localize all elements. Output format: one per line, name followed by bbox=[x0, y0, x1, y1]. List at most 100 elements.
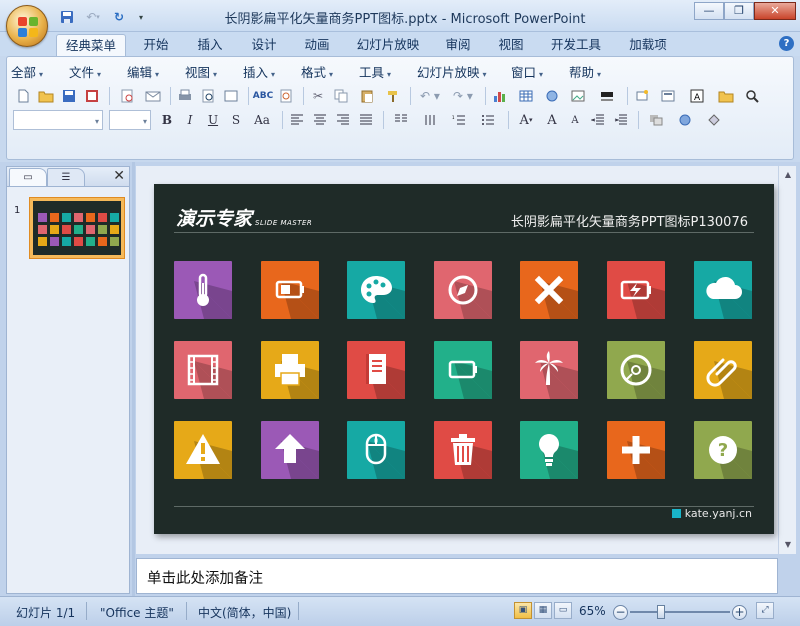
permission-icon[interactable] bbox=[82, 86, 102, 106]
mouse-icon[interactable] bbox=[347, 421, 405, 479]
warning-icon[interactable] bbox=[174, 421, 232, 479]
save-icon[interactable] bbox=[59, 86, 79, 106]
menu-slideshow[interactable]: 幻灯片放映 ▾ bbox=[417, 62, 511, 80]
picture-icon[interactable] bbox=[565, 86, 591, 106]
menu-window[interactable]: 窗口 ▾ bbox=[511, 62, 569, 80]
slide-layout-icon[interactable] bbox=[655, 86, 681, 106]
tab-outline[interactable]: ☰ bbox=[47, 168, 85, 186]
tab-review[interactable]: 审阅 bbox=[438, 34, 478, 56]
help-icon[interactable]: ? bbox=[779, 36, 794, 51]
tab-addins[interactable]: 加载项 bbox=[622, 34, 674, 56]
tab-developer[interactable]: 开发工具 bbox=[544, 34, 608, 56]
undo-icon[interactable]: ↶ ▾ bbox=[415, 86, 445, 106]
align-left-icon[interactable] bbox=[287, 110, 307, 130]
vertical-scrollbar[interactable]: ▲ ▼ bbox=[778, 166, 796, 554]
close-button[interactable]: ✕ bbox=[754, 2, 796, 20]
tab-animation[interactable]: 动画 bbox=[297, 34, 337, 56]
numbering-icon[interactable]: 1 bbox=[446, 110, 472, 130]
clipart-icon[interactable] bbox=[542, 86, 562, 106]
slide-sorter-button[interactable]: ▦ bbox=[534, 602, 552, 619]
tab-home[interactable]: 开始 bbox=[136, 34, 176, 56]
shapes-icon[interactable] bbox=[713, 86, 739, 106]
battery-empty-icon[interactable] bbox=[434, 341, 492, 399]
trash-icon[interactable] bbox=[434, 421, 492, 479]
slide-canvas[interactable]: 演示专家 SLIDE MASTER 长阴影扁平化矢量商务PPT图标P130076 … bbox=[154, 184, 774, 534]
scroll-down-icon[interactable]: ▼ bbox=[781, 538, 795, 552]
language-indicator[interactable]: 中文(简体，中国) bbox=[198, 604, 291, 621]
zoom-slider[interactable] bbox=[630, 611, 730, 613]
tab-slideshow[interactable]: 幻灯片放映 bbox=[350, 34, 426, 56]
office-button[interactable] bbox=[6, 5, 48, 47]
decrease-indent-icon[interactable] bbox=[588, 110, 608, 130]
new-slide-icon[interactable] bbox=[632, 86, 652, 106]
open-folder-icon[interactable] bbox=[36, 86, 56, 106]
quick-styles-icon[interactable] bbox=[672, 110, 698, 130]
scroll-up-icon[interactable]: ▲ bbox=[781, 168, 795, 182]
pane-splitter[interactable] bbox=[132, 162, 135, 596]
zoom-slider-thumb[interactable] bbox=[657, 605, 665, 619]
compass-icon[interactable] bbox=[434, 261, 492, 319]
upload-arrow-icon[interactable] bbox=[261, 421, 319, 479]
research-icon[interactable] bbox=[276, 86, 296, 106]
help-question-icon[interactable]: ? bbox=[694, 421, 752, 479]
justify-icon[interactable] bbox=[356, 110, 376, 130]
paperclip-icon[interactable] bbox=[694, 341, 752, 399]
printer-icon[interactable] bbox=[261, 341, 319, 399]
menu-file[interactable]: 文件 ▾ bbox=[69, 62, 127, 80]
preview-icon[interactable] bbox=[198, 86, 218, 106]
notes-pane[interactable]: 单击此处添加备注 bbox=[136, 558, 778, 594]
film-icon[interactable] bbox=[174, 341, 232, 399]
align-center-icon[interactable] bbox=[310, 110, 330, 130]
bold-button[interactable]: B bbox=[157, 113, 177, 127]
battery-charging-icon[interactable] bbox=[607, 261, 665, 319]
textbox-icon[interactable]: A bbox=[684, 86, 710, 106]
spelling-icon[interactable]: ABC bbox=[253, 86, 273, 106]
notebook-icon[interactable] bbox=[347, 341, 405, 399]
email-icon[interactable] bbox=[143, 86, 163, 106]
menu-all[interactable]: 全部 ▾ bbox=[11, 62, 69, 80]
increase-indent-icon[interactable] bbox=[611, 110, 631, 130]
shadow-button[interactable]: S bbox=[226, 113, 246, 127]
close-panel-icon[interactable]: ✕ bbox=[113, 168, 125, 184]
tab-design[interactable]: 设计 bbox=[244, 34, 284, 56]
layout-icon[interactable] bbox=[221, 86, 241, 106]
tab-view[interactable]: 视图 bbox=[491, 34, 531, 56]
print-preview-icon[interactable] bbox=[114, 86, 140, 106]
align-right-icon[interactable] bbox=[333, 110, 353, 130]
grow-font-icon[interactable]: A bbox=[542, 110, 562, 130]
thermometer-icon[interactable] bbox=[174, 261, 232, 319]
shape-fill-icon[interactable] bbox=[701, 110, 727, 130]
paste-icon[interactable] bbox=[354, 86, 380, 106]
menu-help[interactable]: 帮助 ▾ bbox=[569, 62, 627, 80]
line-icon[interactable] bbox=[594, 86, 620, 106]
columns-icon[interactable] bbox=[388, 110, 414, 130]
zoom-level[interactable]: 65% bbox=[579, 604, 606, 618]
print-icon[interactable] bbox=[175, 86, 195, 106]
change-case-button[interactable]: Aa bbox=[249, 113, 275, 127]
new-doc-icon[interactable] bbox=[13, 86, 33, 106]
minimize-button[interactable]: — bbox=[694, 2, 724, 20]
shrink-font-icon[interactable]: A bbox=[565, 110, 585, 130]
underline-button[interactable]: U bbox=[203, 113, 223, 127]
bullets-icon[interactable] bbox=[475, 110, 501, 130]
tab-slides[interactable]: ▭ bbox=[9, 168, 47, 186]
palm-tree-icon[interactable] bbox=[520, 341, 578, 399]
battery-icon[interactable] bbox=[261, 261, 319, 319]
cloud-icon[interactable] bbox=[694, 261, 752, 319]
menu-insert[interactable]: 插入 ▾ bbox=[243, 62, 301, 80]
chart-icon[interactable] bbox=[490, 86, 510, 106]
cut-icon[interactable]: ✂ bbox=[308, 86, 328, 106]
redo-icon[interactable]: ↷ ▾ bbox=[448, 86, 478, 106]
lightbulb-icon[interactable] bbox=[520, 421, 578, 479]
arrange-icon[interactable] bbox=[643, 110, 669, 130]
copy-icon[interactable] bbox=[331, 86, 351, 106]
zoom-in-button[interactable]: + bbox=[732, 605, 747, 620]
find-icon[interactable] bbox=[742, 86, 762, 106]
fit-window-button[interactable]: ⤢ bbox=[756, 602, 774, 619]
font-name-combo[interactable]: ▾ bbox=[13, 110, 103, 130]
zoom-out-button[interactable]: − bbox=[613, 605, 628, 620]
theme-name[interactable]: "Office 主题" bbox=[100, 604, 174, 621]
menu-view[interactable]: 视图 ▾ bbox=[185, 62, 243, 80]
tab-insert[interactable]: 插入 bbox=[190, 34, 230, 56]
restore-button[interactable]: ❐ bbox=[724, 2, 754, 20]
